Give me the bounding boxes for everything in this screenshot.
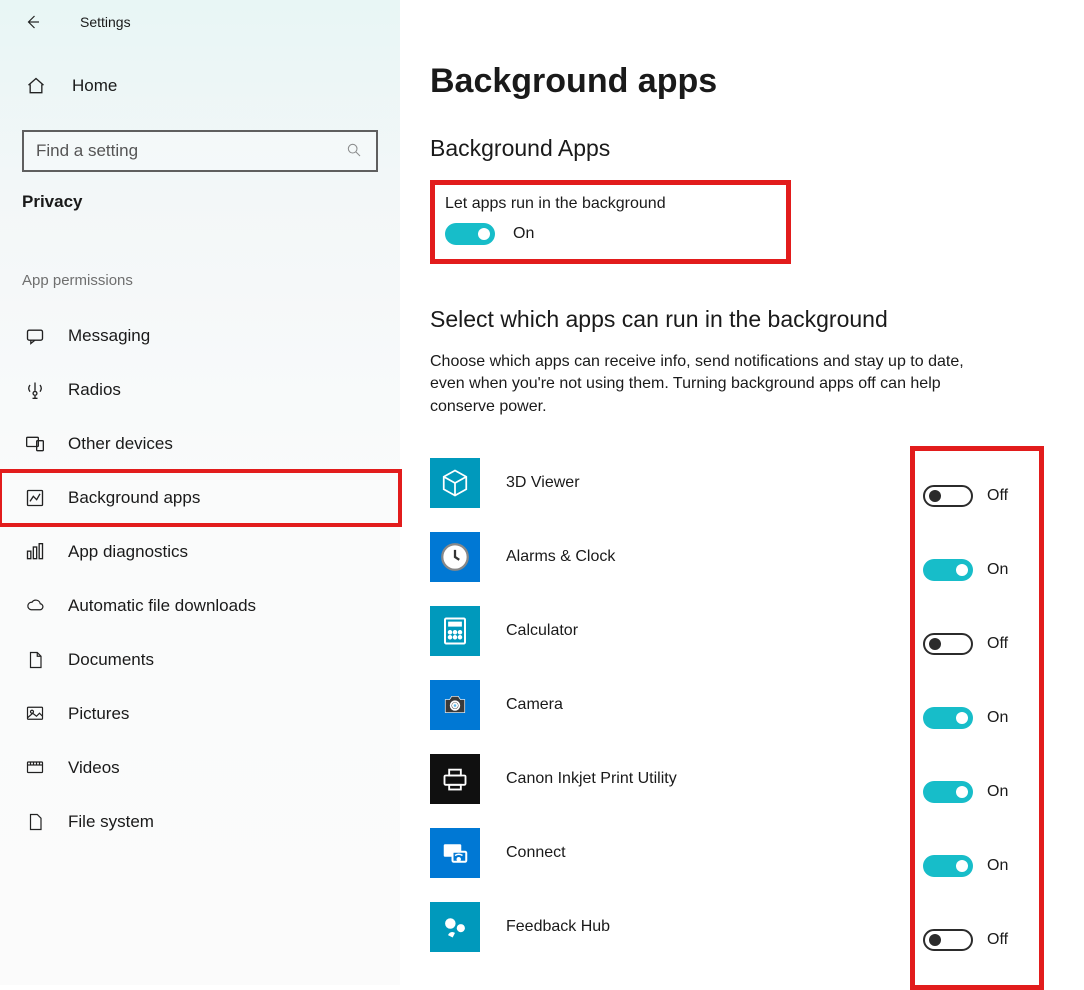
sidebar: Settings Home Privacy App permissions Me… [0,0,400,985]
app-toggle-row: On [923,829,1031,903]
sidebar-item-label: Radios [68,380,121,400]
app-name: Connect [506,844,566,862]
devices-icon [24,433,46,455]
section-background-apps: Background Apps [430,135,1044,162]
section-select-apps-desc: Choose which apps can receive info, send… [430,351,990,418]
app-toggle[interactable] [923,855,973,877]
app-name: Alarms & Clock [506,548,615,566]
app-toggle-row: Off [923,607,1031,681]
sidebar-item-label: Documents [68,650,154,670]
app-icon [430,458,480,508]
app-toggle-state: On [987,561,1008,579]
sidebar-item-label: Other devices [68,434,173,454]
sidebar-item-pictures[interactable]: Pictures [0,687,400,741]
app-row: 3D Viewer [430,446,890,520]
sidebar-item-automatic-file-downloads[interactable]: Automatic file downloads [0,579,400,633]
sidebar-item-label: App diagnostics [68,542,188,562]
sidebar-item-label: Messaging [68,326,150,346]
back-button[interactable] [24,13,42,31]
app-icon [430,902,480,952]
search-input[interactable] [36,141,346,161]
app-toggle-row: Off [923,903,1031,977]
app-row: Canon Inkjet Print Utility [430,742,890,816]
message-icon [24,325,46,347]
sidebar-item-messaging[interactable]: Messaging [0,309,400,363]
sidebar-item-background-apps[interactable]: Background apps [0,471,400,525]
app-toggle-state: On [987,783,1008,801]
app-name: Canon Inkjet Print Utility [506,770,677,788]
app-icon [430,754,480,804]
window-title: Settings [80,14,131,30]
app-name: Calculator [506,622,578,640]
app-toggle-state: On [987,709,1008,727]
sidebar-item-label: Pictures [68,704,129,724]
app-toggle-state: Off [987,487,1008,505]
app-name: Camera [506,696,563,714]
picture-icon [24,703,46,725]
app-row: Feedback Hub [430,890,890,964]
app-toggle-row: On [923,681,1031,755]
apps-list: 3D Viewer Alarms & Clock Calculator Camera C… [430,446,890,990]
sidebar-section-label: App permissions [0,272,400,289]
app-toggle-state: Off [987,931,1008,949]
sidebar-home-label: Home [72,76,117,96]
app-icon [430,680,480,730]
app-row: Camera [430,668,890,742]
sidebar-item-documents[interactable]: Documents [0,633,400,687]
master-toggle[interactable] [445,223,495,245]
video-icon [24,757,46,779]
app-toggle[interactable] [923,485,973,507]
app-toggle-state: Off [987,635,1008,653]
app-name: 3D Viewer [506,474,580,492]
sidebar-item-label: Automatic file downloads [68,596,256,616]
section-select-apps: Select which apps can run in the backgro… [430,306,1044,333]
app-icon [430,532,480,582]
sidebar-item-other-devices[interactable]: Other devices [0,417,400,471]
toggles-highlight: Off On Off On On On Off [910,446,1044,990]
sidebar-item-app-diagnostics[interactable]: App diagnostics [0,525,400,579]
master-toggle-state: On [513,225,534,243]
app-toggle[interactable] [923,781,973,803]
sidebar-item-label: Videos [68,758,120,778]
sidebar-item-videos[interactable]: Videos [0,741,400,795]
app-toggle[interactable] [923,559,973,581]
sidebar-item-radios[interactable]: Radios [0,363,400,417]
sidebar-item-file-system[interactable]: File system [0,795,400,849]
app-toggle-row: Off [923,459,1031,533]
master-toggle-highlight: Let apps run in the background On [430,180,791,264]
radios-icon [24,379,46,401]
app-toggle-row: On [923,755,1031,829]
cloud-download-icon [24,595,46,617]
background-apps-icon [24,487,46,509]
app-toggle[interactable] [923,633,973,655]
app-name: Feedback Hub [506,918,610,936]
app-row: Calculator [430,594,890,668]
diagnostics-icon [24,541,46,563]
app-row: Connect [430,816,890,890]
document-icon [24,649,46,671]
app-toggle[interactable] [923,707,973,729]
master-toggle-label: Let apps run in the background [445,195,666,213]
search-box[interactable] [22,130,378,172]
file-system-icon [24,811,46,833]
sidebar-item-label: Background apps [68,488,200,508]
sidebar-nav: Messaging Radios Other devices Background a… [0,309,400,849]
titlebar: Settings [0,0,400,44]
home-icon [26,76,46,96]
search-icon [346,142,364,160]
sidebar-category: Privacy [0,192,400,212]
app-icon [430,606,480,656]
app-toggle-state: On [987,857,1008,875]
app-toggle[interactable] [923,929,973,951]
app-toggle-row: On [923,533,1031,607]
app-icon [430,828,480,878]
sidebar-item-label: File system [68,812,154,832]
page-title: Background apps [430,62,1044,101]
sidebar-home[interactable]: Home [0,54,400,118]
app-row: Alarms & Clock [430,520,890,594]
main-content: Background apps Background Apps Let apps… [400,0,1084,985]
